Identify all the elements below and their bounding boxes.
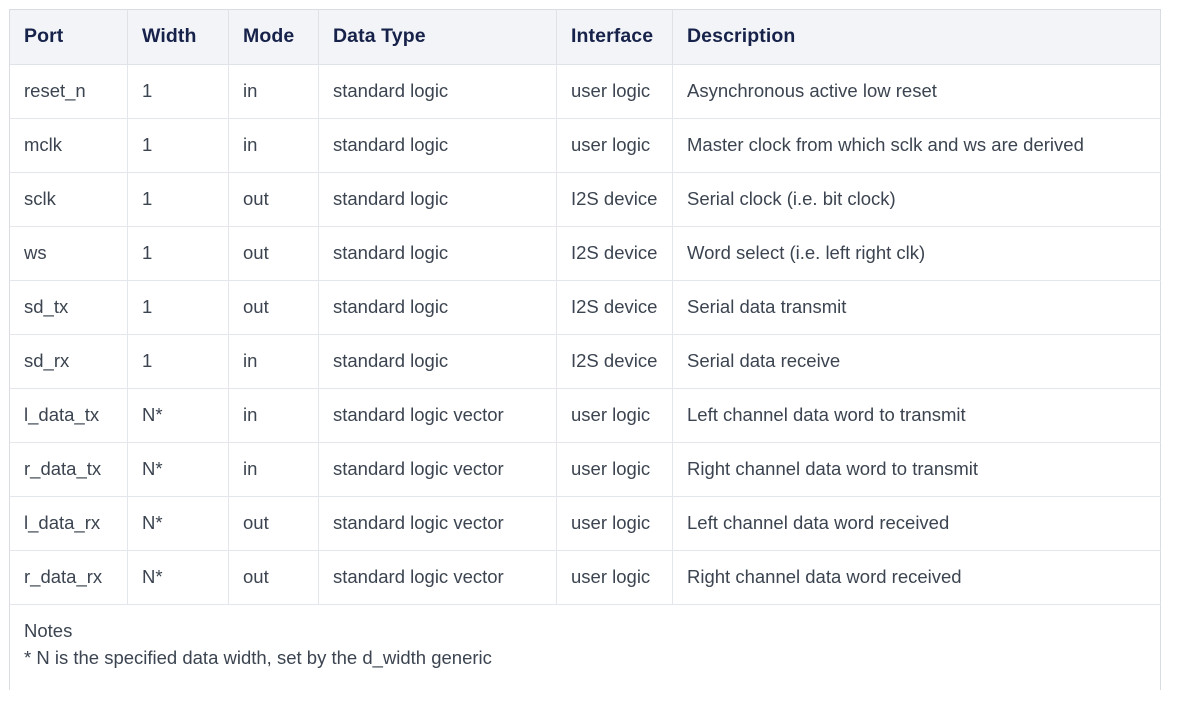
cell-mode: out [228, 280, 319, 335]
cell-port: sd_tx [9, 280, 128, 335]
column-header-interface: Interface [556, 9, 673, 65]
cell-description: Left channel data word received [672, 496, 1161, 551]
cell-interface: user logic [556, 550, 673, 605]
table-header-row: Port Width Mode Data Type Interface Desc… [9, 9, 1161, 65]
cell-data-type: standard logic [318, 280, 557, 335]
port-description-table: Port Width Mode Data Type Interface Desc… [9, 9, 1161, 690]
cell-description: Serial clock (i.e. bit clock) [672, 172, 1161, 227]
table-notes-row: Notes * N is the specified data width, s… [10, 605, 1161, 690]
cell-data-type: standard logic [318, 118, 557, 173]
cell-width: 1 [127, 64, 229, 119]
cell-mode: out [228, 550, 319, 605]
cell-mode: in [228, 118, 319, 173]
cell-interface: I2S device [556, 280, 673, 335]
table-row: mclk 1 in standard logic user logic Mast… [9, 118, 1161, 173]
cell-port: l_data_tx [9, 388, 128, 443]
cell-interface: user logic [556, 496, 673, 551]
cell-mode: in [228, 64, 319, 119]
cell-mode: out [228, 226, 319, 281]
document-page: Port Width Mode Data Type Interface Desc… [0, 0, 1183, 704]
cell-width: 1 [127, 280, 229, 335]
column-header-mode: Mode [228, 9, 319, 65]
cell-width: N* [127, 388, 229, 443]
cell-port: l_data_rx [9, 496, 128, 551]
column-header-width: Width [127, 9, 229, 65]
cell-description: Left channel data word to transmit [672, 388, 1161, 443]
cell-data-type: standard logic [318, 172, 557, 227]
notes-title: Notes [24, 620, 73, 641]
cell-description: Word select (i.e. left right clk) [672, 226, 1161, 281]
cell-port: mclk [9, 118, 128, 173]
cell-port: sd_rx [9, 334, 128, 389]
cell-width: 1 [127, 172, 229, 227]
table-row: ws 1 out standard logic I2S device Word … [9, 226, 1161, 281]
cell-port: r_data_rx [9, 550, 128, 605]
cell-port: sclk [9, 172, 128, 227]
cell-port: r_data_tx [9, 442, 128, 497]
cell-width: N* [127, 442, 229, 497]
cell-interface: user logic [556, 118, 673, 173]
cell-data-type: standard logic vector [318, 550, 557, 605]
notes-cell: Notes * N is the specified data width, s… [10, 605, 1161, 690]
cell-mode: in [228, 388, 319, 443]
cell-port: reset_n [9, 64, 128, 119]
cell-interface: user logic [556, 388, 673, 443]
cell-data-type: standard logic [318, 64, 557, 119]
cell-description: Serial data receive [672, 334, 1161, 389]
cell-interface: I2S device [556, 226, 673, 281]
cell-description: Right channel data word received [672, 550, 1161, 605]
cell-mode: out [228, 496, 319, 551]
column-header-description: Description [672, 9, 1161, 65]
cell-description: Asynchronous active low reset [672, 64, 1161, 119]
table-row: sd_rx 1 in standard logic I2S device Ser… [9, 334, 1161, 389]
table-body: reset_n 1 in standard logic user logic A… [9, 64, 1161, 690]
cell-mode: in [228, 442, 319, 497]
cell-data-type: standard logic vector [318, 496, 557, 551]
cell-interface: I2S device [556, 172, 673, 227]
cell-width: N* [127, 550, 229, 605]
cell-description: Master clock from which sclk and ws are … [672, 118, 1161, 173]
cell-mode: in [228, 334, 319, 389]
cell-data-type: standard logic [318, 334, 557, 389]
cell-width: N* [127, 496, 229, 551]
cell-mode: out [228, 172, 319, 227]
cell-description: Serial data transmit [672, 280, 1161, 335]
column-header-port: Port [9, 9, 128, 65]
cell-data-type: standard logic vector [318, 442, 557, 497]
cell-width: 1 [127, 334, 229, 389]
table-row: r_data_tx N* in standard logic vector us… [9, 442, 1161, 497]
cell-description: Right channel data word to transmit [672, 442, 1161, 497]
table-row: l_data_tx N* in standard logic vector us… [9, 388, 1161, 443]
table-row: l_data_rx N* out standard logic vector u… [9, 496, 1161, 551]
cell-port: ws [9, 226, 128, 281]
notes-text: * N is the specified data width, set by … [24, 646, 492, 668]
cell-interface: user logic [556, 64, 673, 119]
cell-interface: user logic [556, 442, 673, 497]
table-row: reset_n 1 in standard logic user logic A… [9, 64, 1161, 119]
table-header: Port Width Mode Data Type Interface Desc… [9, 9, 1161, 65]
cell-data-type: standard logic vector [318, 388, 557, 443]
table-row: sclk 1 out standard logic I2S device Ser… [9, 172, 1161, 227]
column-header-data-type: Data Type [318, 9, 557, 65]
table-row: sd_tx 1 out standard logic I2S device Se… [9, 280, 1161, 335]
cell-data-type: standard logic [318, 226, 557, 281]
cell-width: 1 [127, 226, 229, 281]
cell-interface: I2S device [556, 334, 673, 389]
table-row: r_data_rx N* out standard logic vector u… [9, 550, 1161, 605]
cell-width: 1 [127, 118, 229, 173]
